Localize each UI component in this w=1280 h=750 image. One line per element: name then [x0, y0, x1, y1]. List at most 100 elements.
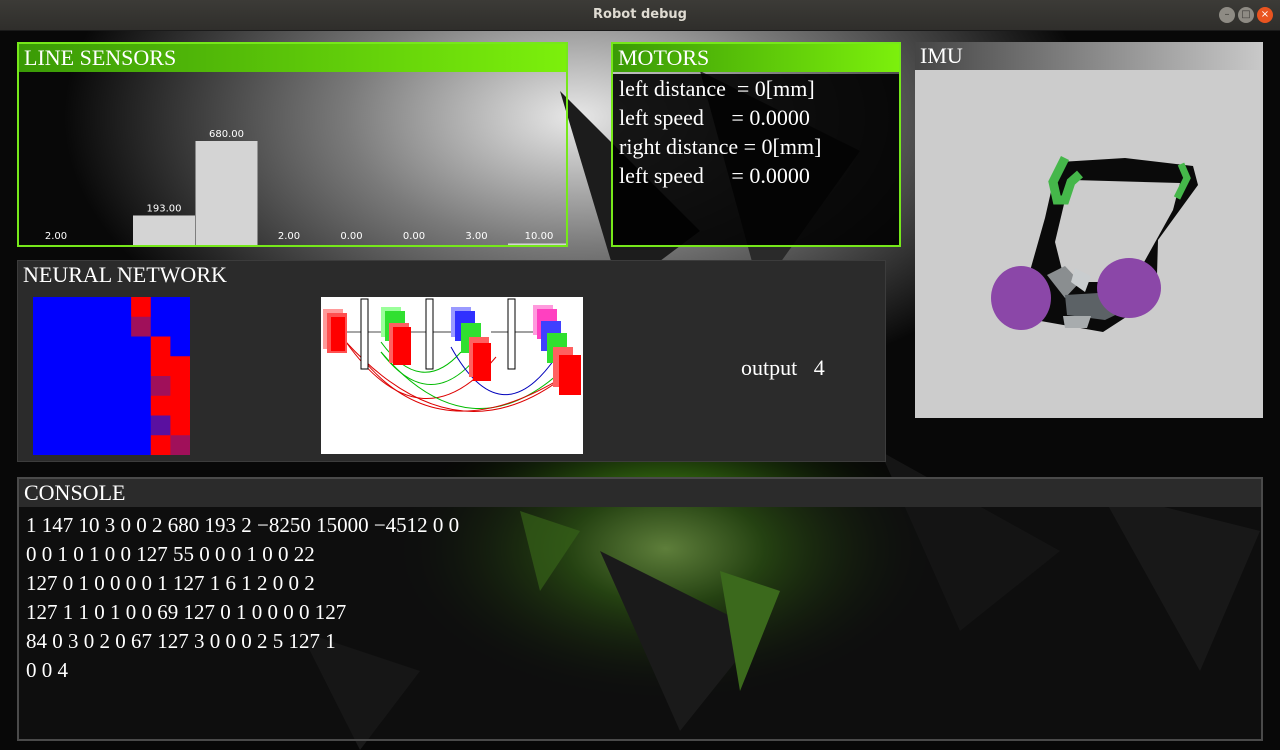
nn-layer-input: [323, 309, 347, 353]
heatmap-cell: [72, 316, 93, 337]
sensor-bar: [133, 215, 195, 245]
heatmap-cell: [150, 376, 171, 397]
line-sensors-title: LINE SENSORS: [19, 44, 566, 72]
heatmap-cell: [170, 395, 190, 416]
minimize-button[interactable]: –: [1219, 7, 1235, 23]
console-line: 0 0 1 0 1 0 0 127 55 0 0 0 1 0 0 22: [26, 542, 315, 566]
heatmap-cell: [52, 356, 73, 377]
heatmap-cell: [72, 376, 93, 397]
sensor-bar: [508, 243, 566, 245]
heatmap-cell: [91, 395, 112, 416]
heatmap-cell: [111, 316, 132, 337]
sensor-value-label: 3.00: [465, 231, 487, 242]
heatmap-cell: [111, 356, 132, 377]
console-panel: CONSOLE 1 147 10 3 0 0 2 680 193 2 −8250…: [17, 477, 1263, 741]
heatmap-cell: [33, 316, 54, 337]
heatmap-cell: [131, 376, 152, 397]
console-line: 127 0 1 0 0 0 0 1 127 1 6 1 2 0 0 2: [26, 571, 315, 595]
nn-layer-1: [381, 307, 411, 365]
heatmap-cell: [33, 376, 54, 397]
heatmap-cell: [33, 435, 54, 455]
heatmap-cell: [72, 297, 93, 318]
heatmap-cell: [91, 415, 112, 436]
window-title: Robot debug: [593, 7, 687, 22]
heatmap-cell: [72, 435, 93, 455]
imu-panel: IMU: [915, 42, 1263, 418]
sensor-value-label: 680.00: [209, 129, 244, 140]
nn-architecture-diagram: [321, 297, 583, 454]
heatmap-cell: [111, 336, 132, 357]
heatmap-cell: [131, 356, 152, 377]
heatmap-cell: [52, 336, 73, 357]
heatmap-cell: [91, 336, 112, 357]
heatmap-cell: [91, 297, 112, 318]
heatmap-cell: [131, 435, 152, 455]
heatmap-cell: [150, 316, 171, 337]
neural-network-panel: NEURAL NETWORK output 4: [17, 260, 886, 462]
neural-network-title: NEURAL NETWORK: [18, 261, 885, 289]
console-title: CONSOLE: [19, 479, 1261, 507]
heatmap-cell: [91, 316, 112, 337]
heatmap-cell: [52, 415, 73, 436]
nn-output: output 4: [741, 355, 825, 381]
heatmap-cell: [150, 415, 171, 436]
heatmap-cell: [33, 395, 54, 416]
heatmap-cell: [33, 356, 54, 377]
line-sensors-panel: LINE SENSORS 2.00 193.00 680.00 2.00 0.00 0.0…: [17, 42, 568, 247]
close-button[interactable]: ×: [1257, 7, 1273, 23]
heatmap-cell: [131, 395, 152, 416]
heatmap-cell: [131, 297, 152, 318]
robot-3d-view: [991, 155, 1198, 332]
motor-left-speed: left speed = 0.0000: [619, 105, 810, 130]
motor-right-speed: left speed = 0.0000: [619, 163, 810, 188]
console-line: 0 0 4: [26, 658, 68, 682]
heatmap-cell: [150, 297, 171, 318]
heatmap-cell: [33, 336, 54, 357]
nn-layer-3: [533, 305, 581, 395]
line-sensors-chart: 2.00 193.00 680.00 2.00 0.00 0.00 3.00 10.00: [45, 129, 566, 245]
heatmap-cell: [91, 435, 112, 455]
motors-panel: MOTORS left distance = 0[mm] left speed …: [611, 42, 901, 247]
heatmap-cell: [91, 376, 112, 397]
imu-title: IMU: [915, 42, 1263, 70]
heatmap-cell: [170, 356, 190, 377]
motor-left-distance: left distance = 0[mm]: [619, 76, 815, 101]
nn-layer-2: [451, 307, 491, 381]
robot-model: [991, 155, 1198, 332]
heatmap-cell: [170, 376, 190, 397]
heatmap-cell: [131, 336, 152, 357]
console-line: 127 1 1 0 1 0 0 69 127 0 1 0 0 0 0 127: [26, 600, 347, 624]
heatmap-cell: [150, 435, 171, 455]
sensor-bar: [195, 141, 258, 245]
heatmap-cell: [52, 395, 73, 416]
nn-output-label: output: [741, 355, 798, 380]
sensor-value-label: 0.00: [340, 231, 362, 242]
heatmap-cell: [170, 336, 190, 357]
motors-readout: left distance = 0[mm] left speed = 0.000…: [613, 74, 899, 245]
heatmap-cell: [131, 316, 152, 337]
heatmap-cell: [72, 415, 93, 436]
heatmap-cell: [72, 356, 93, 377]
sensor-value-label: 2.00: [278, 231, 300, 242]
heatmap-cell: [111, 415, 132, 436]
heatmap-cell: [170, 415, 190, 436]
console-line: 84 0 3 0 2 0 67 127 3 0 0 0 2 5 127 1: [26, 629, 336, 653]
heatmap-cell: [170, 297, 190, 318]
console-output: 1 147 10 3 0 0 2 680 193 2 −8250 15000 −…: [26, 511, 459, 685]
heatmap-cell: [72, 395, 93, 416]
heatmap-cell: [91, 356, 112, 377]
heatmap-cell: [170, 435, 190, 455]
nn-output-value: 4: [813, 355, 825, 380]
maximize-button[interactable]: □: [1238, 7, 1254, 23]
console-line: 1 147 10 3 0 0 2 680 193 2 −8250 15000 −…: [26, 513, 460, 537]
heatmap-cell: [111, 395, 132, 416]
heatmap-cell: [52, 316, 73, 337]
heatmap-cell: [52, 297, 73, 318]
sensor-value-label: 0.00: [403, 231, 425, 242]
window-titlebar: Robot debug – □ ×: [0, 0, 1280, 31]
heatmap-cell: [170, 316, 190, 337]
sensor-value-label: 2.00: [45, 231, 67, 242]
heatmap-cell: [52, 435, 73, 455]
sensor-value-label: 10.00: [525, 231, 554, 242]
heatmap-cell: [52, 376, 73, 397]
